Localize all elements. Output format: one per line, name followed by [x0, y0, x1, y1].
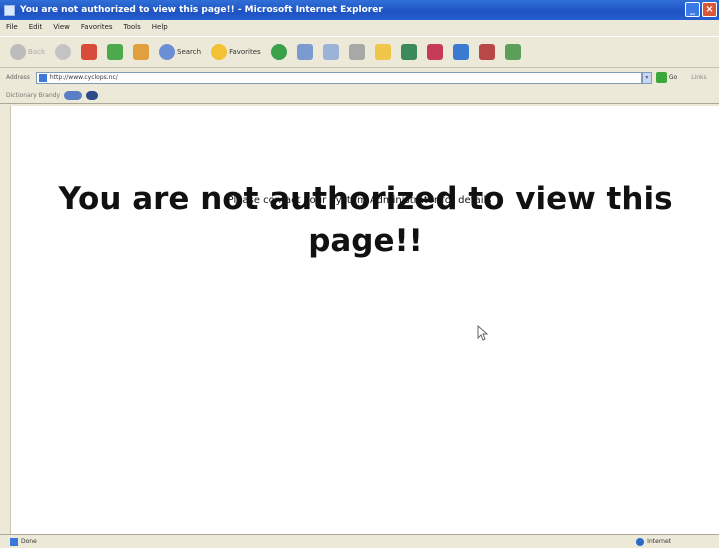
media-icon — [270, 44, 287, 60]
links-toolbar: Dictionary Brandy — [0, 88, 719, 104]
back-arrow-icon — [10, 44, 26, 60]
zone-label: Internet — [647, 538, 671, 545]
search-label: Search — [177, 48, 202, 56]
star-icon — [211, 44, 228, 60]
discuss-icon — [452, 44, 469, 60]
search-icon — [159, 44, 175, 60]
links-toolbar-label: Dictionary Brandy — [6, 92, 61, 99]
refresh-button[interactable] — [107, 44, 123, 60]
status-text: Done — [21, 538, 37, 545]
standard-toolbar: Back Search Favorites — [0, 36, 719, 68]
mail-button[interactable] — [322, 44, 339, 60]
go-icon[interactable] — [655, 72, 667, 83]
menu-tools[interactable]: Tools — [124, 23, 141, 31]
address-bar: Address http://www.cyclops.nc/ ▾ Go Link… — [0, 69, 719, 86]
mail-icon — [322, 44, 339, 60]
minimize-button[interactable]: _ — [685, 2, 700, 17]
discuss-button[interactable] — [452, 44, 469, 60]
page-heading: You are not authorized to view this page… — [58, 181, 673, 259]
extra-button[interactable] — [504, 44, 521, 60]
page-icon — [38, 73, 47, 82]
links-label[interactable]: Links — [691, 74, 706, 81]
menu-favorites[interactable]: Favorites — [81, 23, 113, 31]
messenger-icon — [400, 44, 417, 60]
favorites-label: Favorites — [229, 48, 261, 56]
favorites-button[interactable]: Favorites — [211, 44, 261, 60]
toolbar-pill-button[interactable] — [64, 91, 83, 100]
globe-icon — [636, 537, 645, 546]
status-page-icon — [10, 537, 18, 546]
address-dropdown-button[interactable]: ▾ — [641, 71, 652, 84]
mouse-cursor-icon — [477, 325, 489, 341]
menu-edit[interactable]: Edit — [29, 23, 43, 31]
research-button[interactable] — [426, 44, 443, 60]
folder-icon — [374, 44, 391, 60]
ie-page-icon — [4, 4, 15, 16]
media-button[interactable] — [270, 44, 287, 60]
history-button[interactable] — [296, 44, 313, 60]
messenger-button[interactable] — [400, 44, 417, 60]
address-input[interactable]: http://www.cyclops.nc/ — [35, 71, 642, 84]
window-title: You are not authorized to view this page… — [20, 5, 383, 15]
tools-button[interactable] — [478, 44, 495, 60]
window-controls: _ × — [685, 2, 717, 17]
status-bar: Done Internet — [0, 534, 719, 548]
address-label: Address — [6, 74, 30, 81]
menu-file[interactable]: File — [6, 23, 18, 31]
extra-icon — [504, 44, 521, 60]
home-button[interactable] — [133, 44, 149, 60]
back-label: Back — [28, 48, 45, 56]
forward-button[interactable] — [55, 44, 71, 60]
page-content: You are not authorized to view this page… — [10, 106, 719, 534]
stop-icon — [81, 44, 97, 60]
research-icon — [426, 44, 443, 60]
search-button[interactable]: Search — [159, 44, 201, 60]
toolbar-pill-button-2[interactable] — [86, 91, 99, 100]
title-bar[interactable]: You are not authorized to view this page… — [0, 0, 719, 20]
home-icon — [133, 44, 149, 60]
menu-help[interactable]: Help — [152, 23, 168, 31]
menu-bar: File Edit View Favorites Tools Help — [0, 20, 719, 34]
back-button[interactable]: Back — [10, 44, 45, 60]
security-zone[interactable]: Internet — [636, 537, 671, 546]
menu-view[interactable]: View — [53, 23, 70, 31]
stop-button[interactable] — [81, 44, 97, 60]
refresh-icon — [107, 44, 123, 60]
folder-button[interactable] — [374, 44, 391, 60]
go-label[interactable]: Go — [669, 74, 677, 81]
page-message: Please contact your System Administrator… — [227, 195, 492, 206]
browser-window: You are not authorized to view this page… — [0, 0, 719, 548]
tools-icon — [478, 44, 495, 60]
print-icon — [348, 44, 365, 60]
history-icon — [296, 44, 313, 60]
forward-arrow-icon — [55, 44, 71, 60]
close-button[interactable]: × — [702, 2, 717, 17]
address-value: http://www.cyclops.nc/ — [49, 74, 118, 81]
print-button[interactable] — [348, 44, 365, 60]
